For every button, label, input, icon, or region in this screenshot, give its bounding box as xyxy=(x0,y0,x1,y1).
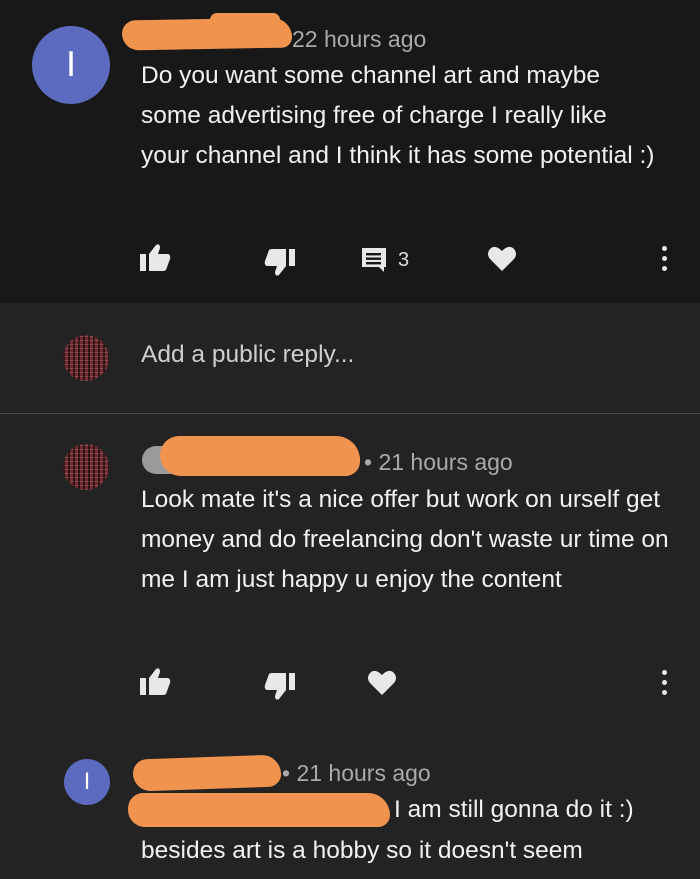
heart-icon[interactable] xyxy=(367,669,397,696)
reply-text: besides art is a hobby so it doesn't see… xyxy=(141,837,583,864)
more-options-icon[interactable] xyxy=(662,246,668,276)
reply-timestamp: • 21 hours ago xyxy=(364,449,513,475)
redacted-username xyxy=(210,13,280,27)
dislike-icon[interactable] xyxy=(264,671,296,701)
divider xyxy=(0,413,700,414)
reply-icon[interactable] xyxy=(360,246,388,274)
reply-count: 3 xyxy=(398,249,410,271)
reply-text: I am still gonna do it :) xyxy=(394,796,634,823)
comment-timestamp: 22 hours ago xyxy=(292,26,427,52)
redacted-username xyxy=(160,436,360,476)
more-options-icon[interactable] xyxy=(662,670,668,700)
reply-timestamp: • 21 hours ago xyxy=(282,760,431,786)
like-icon[interactable] xyxy=(139,243,171,273)
avatar[interactable] xyxy=(63,444,109,490)
reply-text: Look mate it's a nice offer but work on … xyxy=(141,486,669,593)
redacted-username xyxy=(132,754,282,792)
dislike-icon[interactable] xyxy=(264,247,296,277)
avatar[interactable]: I xyxy=(32,26,110,104)
like-icon[interactable] xyxy=(139,667,171,697)
avatar[interactable]: I xyxy=(64,759,110,805)
comment-text: Do you want some channel art and maybe s… xyxy=(141,62,655,169)
reply-input[interactable]: Add a public reply... xyxy=(141,341,354,369)
heart-icon[interactable] xyxy=(487,245,517,272)
avatar xyxy=(63,335,109,381)
redacted-mention xyxy=(128,793,390,827)
